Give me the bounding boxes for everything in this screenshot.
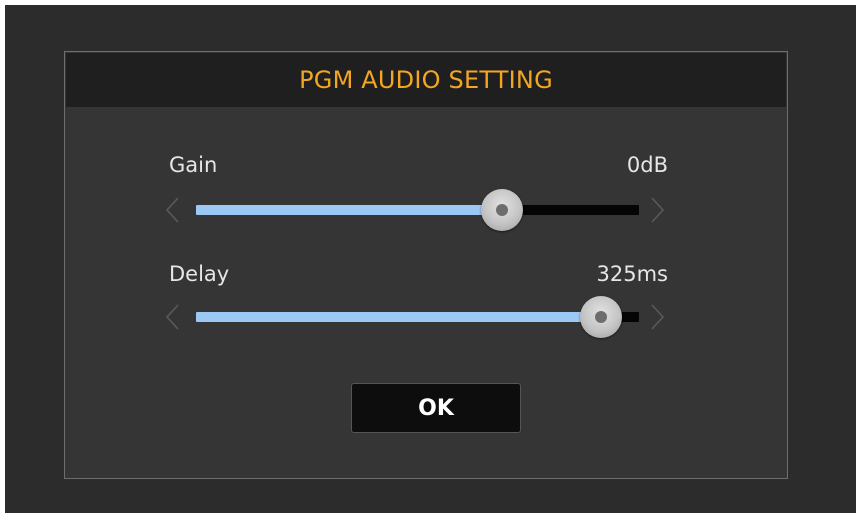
gain-label: Gain [169,153,218,177]
delay-label: Delay [169,262,230,286]
ok-button[interactable]: OK [351,383,521,433]
dialog-title: PGM AUDIO SETTING [299,66,553,94]
delay-value: 325ms [596,262,668,286]
delay-slider-fill [196,312,602,322]
gain-slider[interactable] [196,189,639,231]
screen-background: PGM AUDIO SETTING Gain 0dB Delay 325ms O… [5,5,856,513]
delay-decrease-arrow-icon[interactable] [163,302,183,332]
gain-increase-arrow-icon[interactable] [647,195,667,225]
gain-value: 0dB [626,153,668,177]
gain-thumb-dot [495,204,508,216]
dialog-header: PGM AUDIO SETTING [66,53,786,107]
delay-thumb-dot [595,311,608,323]
gain-slider-thumb[interactable] [480,189,523,231]
pgm-audio-setting-dialog: PGM AUDIO SETTING Gain 0dB Delay 325ms O… [64,51,788,479]
gain-decrease-arrow-icon[interactable] [163,195,183,225]
delay-slider-thumb[interactable] [580,296,623,338]
gain-slider-fill [196,205,502,215]
delay-slider[interactable] [196,296,639,338]
delay-increase-arrow-icon[interactable] [647,302,667,332]
